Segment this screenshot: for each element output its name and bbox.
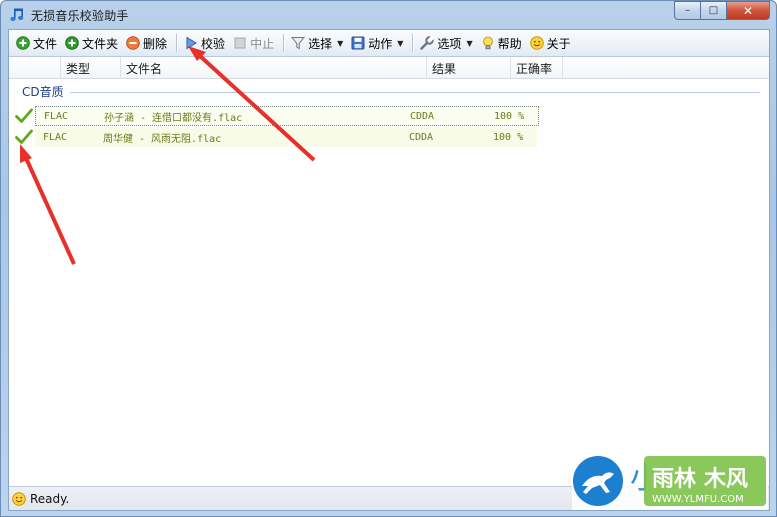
toolbar-separator — [176, 34, 178, 52]
watermark-url: WWW.YLMFU.COM — [652, 494, 744, 505]
close-icon: ✕ — [742, 3, 754, 18]
maximize-icon: □ — [708, 5, 719, 16]
cell-result: CDDA — [409, 131, 434, 143]
column-type[interactable]: 类型 — [61, 57, 121, 79]
verify-label: 校验 — [201, 36, 226, 51]
check-icon — [13, 129, 35, 145]
column-accuracy[interactable]: 正确率 — [511, 57, 563, 79]
save-disk-icon — [351, 36, 365, 50]
add-folder-label: 文件夹 — [82, 36, 119, 51]
file-list[interactable]: 类型 文件名 结果 正确率 CD音质 FLAC 孙子涵 - 连借口都没有.fla… — [9, 57, 769, 486]
help-button[interactable]: 帮助 — [478, 32, 525, 54]
app-window: 无损音乐校验助手 – □ ✕ 文件 文件夹 删除 校验 中止 选择 ▼ 动作 ▼… — [0, 0, 777, 517]
wrench-icon — [420, 36, 435, 50]
column-filename[interactable]: 文件名 — [121, 57, 427, 79]
options-label: 选项 — [437, 36, 462, 51]
check-icon — [13, 108, 35, 124]
group-label: CD音质 — [22, 85, 64, 99]
add-file-icon — [16, 36, 30, 50]
cell-type: FLAC — [43, 131, 68, 143]
table-row[interactable]: FLAC 周华健 - 风雨无阻.flac CDDA 100 % — [13, 127, 537, 147]
toolbar-separator — [283, 34, 285, 52]
verify-button[interactable]: 校验 — [181, 32, 228, 54]
play-icon — [184, 36, 198, 50]
window-title: 无损音乐校验助手 — [31, 8, 129, 23]
title-bar[interactable]: 无损音乐校验助手 – □ ✕ — [1, 1, 776, 29]
row-cells: FLAC 孙子涵 - 连借口都没有.flac CDDA 100 % — [35, 106, 539, 126]
add-file-button[interactable]: 文件 — [13, 32, 60, 54]
cell-accuracy: 100 % — [494, 110, 525, 122]
add-file-label: 文件 — [33, 36, 58, 51]
row-cells: FLAC 周华健 - 风雨无阻.flac CDDA 100 % — [35, 127, 537, 147]
delete-button[interactable]: 删除 — [123, 32, 170, 54]
toolbar: 文件 文件夹 删除 校验 中止 选择 ▼ 动作 ▼ 选项 ▼ 帮助 关于 — [9, 30, 769, 57]
watermark-brand: 雨林 — [652, 467, 696, 492]
action-menu-button[interactable]: 动作 ▼ — [348, 32, 406, 54]
table-row[interactable]: FLAC 孙子涵 - 连借口都没有.flac CDDA 100 % — [13, 106, 539, 126]
stop-icon — [233, 36, 247, 50]
svg-text:木风: 木风 — [703, 467, 748, 492]
toolbar-separator — [412, 34, 414, 52]
cell-type: FLAC — [44, 110, 69, 122]
chevron-down-icon: ▼ — [466, 38, 473, 48]
smiley-icon — [12, 491, 26, 506]
list-header: 类型 文件名 结果 正确率 — [9, 57, 769, 79]
chevron-down-icon: ▼ — [337, 38, 344, 48]
minimize-button[interactable]: – — [674, 1, 700, 20]
select-menu-button[interactable]: 选择 ▼ — [288, 32, 346, 54]
delete-icon — [126, 36, 140, 50]
cell-result: CDDA — [410, 110, 435, 122]
smiley-icon — [529, 36, 544, 50]
select-label: 选择 — [308, 36, 333, 51]
about-button[interactable]: 关于 — [527, 32, 574, 54]
lightbulb-icon — [481, 36, 495, 50]
delete-label: 删除 — [143, 36, 168, 51]
action-label: 动作 — [368, 36, 393, 51]
group-divider — [69, 92, 760, 93]
stop-label: 中止 — [250, 36, 275, 51]
help-label: 帮助 — [497, 36, 522, 51]
maximize-button[interactable]: □ — [700, 1, 726, 20]
watermark-logo: 小 雨林 木风 WWW.YLMFU.COM — [572, 452, 768, 510]
options-menu-button[interactable]: 选项 ▼ — [417, 32, 475, 54]
column-status[interactable] — [9, 57, 61, 79]
cell-filename: 孙子涵 - 连借口都没有.flac — [104, 112, 243, 124]
minimize-icon: – — [685, 5, 690, 16]
cell-accuracy: 100 % — [493, 131, 524, 143]
add-folder-button[interactable]: 文件夹 — [62, 32, 121, 54]
add-folder-icon — [65, 36, 79, 50]
cell-filename: 周华健 - 风雨无阻.flac — [103, 133, 222, 145]
chevron-down-icon: ▼ — [397, 38, 404, 48]
stop-button[interactable]: 中止 — [230, 32, 277, 54]
group-header[interactable]: CD音质 — [12, 83, 760, 100]
status-text: Ready. — [30, 491, 70, 506]
about-label: 关于 — [546, 36, 571, 51]
column-result[interactable]: 结果 — [427, 57, 511, 79]
close-button[interactable]: ✕ — [726, 1, 770, 20]
filter-icon — [291, 36, 306, 50]
client-area: 文件 文件夹 删除 校验 中止 选择 ▼ 动作 ▼ 选项 ▼ 帮助 关于 类型 … — [8, 29, 770, 511]
window-controls: – □ ✕ — [674, 1, 770, 20]
music-note-icon — [9, 7, 25, 23]
